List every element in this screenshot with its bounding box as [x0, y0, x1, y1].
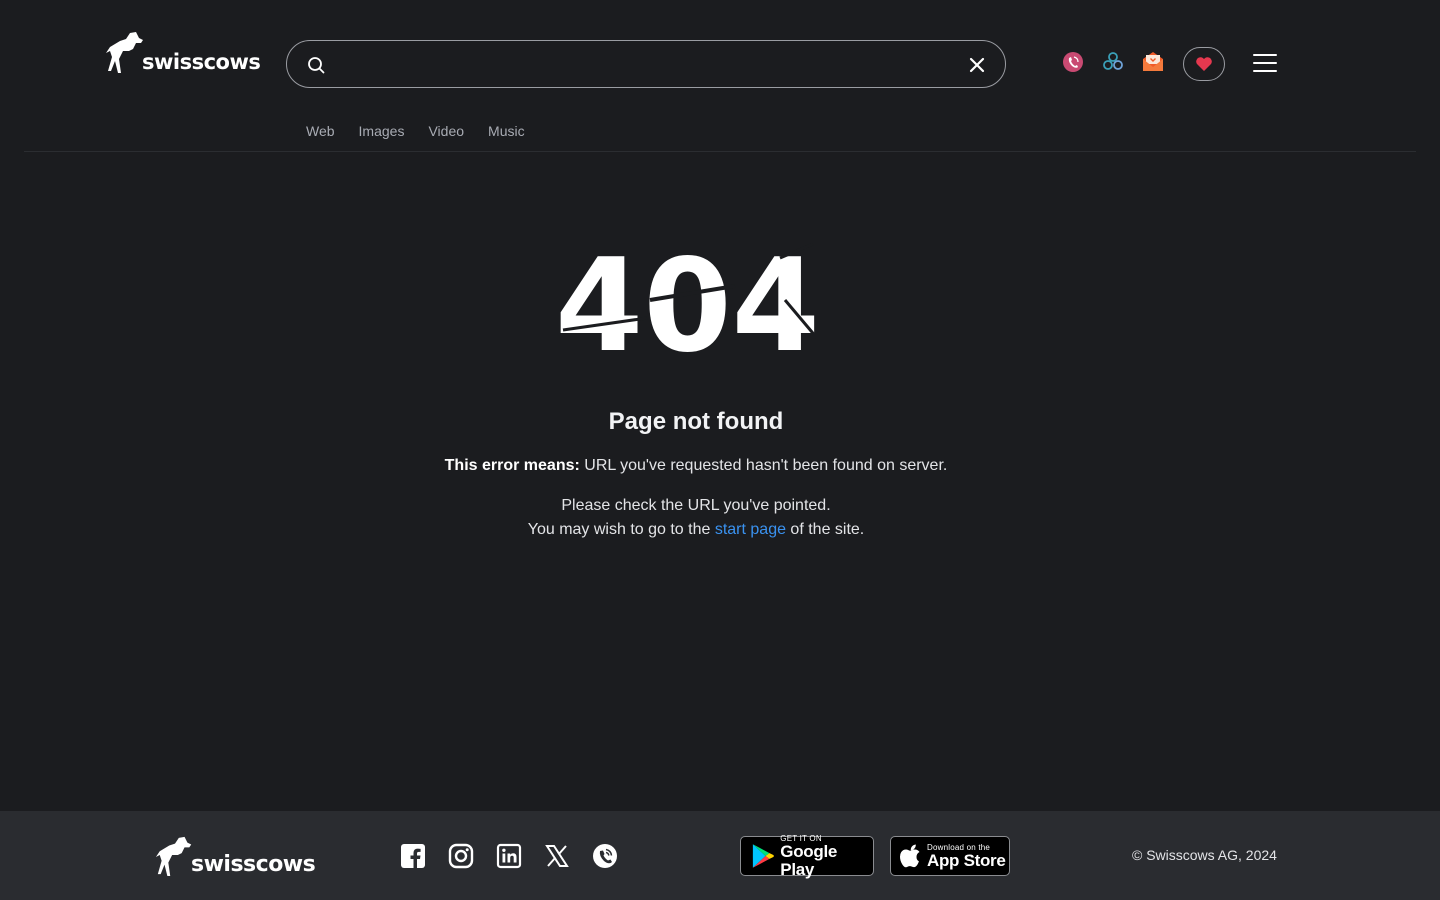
error-text: URL you've requested hasn't been found o… [579, 457, 948, 474]
page-title: Page not found [608, 408, 784, 435]
footer-logo-text: swisscows [191, 852, 316, 877]
vpn-icon[interactable] [1061, 50, 1085, 74]
x-icon[interactable] [544, 843, 570, 869]
start-page-hint: You may wish to go to the start page of … [0, 521, 1392, 539]
tab-music[interactable]: Music [488, 123, 525, 139]
error-code: 404 [555, 238, 820, 358]
linkedin-icon[interactable] [496, 843, 522, 869]
cow-logo-icon [106, 32, 143, 73]
search-box[interactable] [286, 40, 1006, 88]
cow-logo-icon [155, 836, 192, 877]
search-input[interactable] [339, 51, 939, 77]
facebook-icon[interactable] [400, 843, 426, 869]
header: swisscows Web Images Video Music [0, 0, 1440, 152]
teleguard-icon[interactable] [1101, 50, 1125, 74]
teleguard-icon[interactable] [592, 843, 618, 869]
start-page-link[interactable]: start page [715, 521, 786, 538]
google-play-button[interactable]: GET IT ON Google Play [740, 834, 874, 879]
footer: swisscows GET IT ON Google Play Download… [0, 811, 1440, 900]
mail-icon[interactable] [1141, 50, 1165, 74]
go-prefix: You may wish to go to the [527, 521, 715, 538]
copyright: © Swisscows AG, 2024 [1132, 847, 1277, 863]
go-suffix: of the site. [785, 521, 865, 538]
header-divider [24, 151, 1416, 152]
error-code-404-illustration: 404 [555, 238, 820, 358]
tab-video[interactable]: Video [428, 123, 464, 139]
instagram-icon[interactable] [448, 843, 474, 869]
google-play-label: Google Play [780, 841, 838, 879]
google-play-icon [752, 844, 774, 868]
hamburger-menu-icon[interactable] [1253, 54, 1277, 74]
footer-logo[interactable]: swisscows [155, 835, 316, 877]
search-icon [308, 57, 325, 74]
heart-icon [1196, 57, 1212, 71]
close-icon[interactable] [967, 55, 987, 75]
app-store-button[interactable]: Download on the App Store [890, 836, 1010, 876]
error-label: This error means: [444, 457, 580, 474]
app-store-label: App Store [927, 850, 1006, 870]
swisscows-logo[interactable]: swisscows [106, 30, 261, 74]
donate-button[interactable] [1183, 47, 1225, 81]
check-url-text: Please check the URL you've pointed. [561, 497, 831, 514]
tab-web[interactable]: Web [306, 123, 335, 139]
tab-images[interactable]: Images [359, 123, 405, 139]
error-description: This error means: URL you've requested h… [0, 457, 1392, 475]
apple-icon [900, 844, 920, 868]
logo-text: swisscows [142, 50, 261, 74]
search-tabs: Web Images Video Music [306, 123, 525, 139]
